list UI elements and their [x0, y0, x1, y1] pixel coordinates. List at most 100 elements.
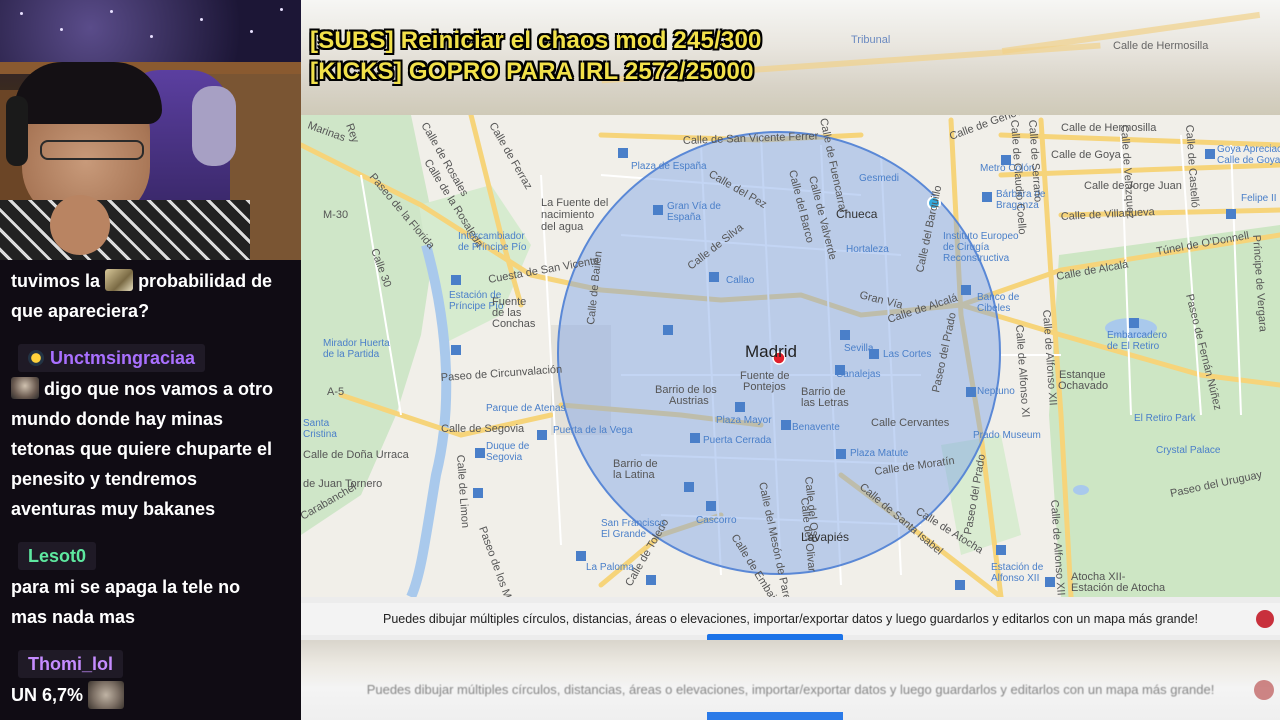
map-label: de El Retiro: [1107, 341, 1160, 352]
chat-username[interactable]: Thomi_lol: [18, 650, 123, 678]
map-label: las Letras: [801, 397, 849, 409]
map-label: Intercambiador: [458, 231, 525, 242]
map-label: Embarcadero: [1107, 330, 1167, 341]
map-label: Felipe II: [1241, 193, 1277, 204]
chat-panel: tuvimos la probabilidad de que aparecier…: [0, 260, 301, 720]
map-label: Conchas: [492, 318, 536, 330]
chat-message-line: aventuras muy bakanes: [11, 499, 216, 519]
chat-message-line: penesito y tendremos: [11, 469, 198, 489]
map-label: Gran Vía de: [667, 201, 721, 212]
map-label: Reconstructiva: [943, 253, 1010, 264]
webcam-star: [60, 28, 63, 31]
metro-icon: [684, 482, 694, 492]
streamer-sweater: [0, 200, 250, 260]
map-label: Neptuno: [977, 386, 1015, 397]
map-label: La Paloma: [586, 562, 634, 573]
map-label: Benavente: [792, 422, 840, 433]
map-label: Estación de Atocha: [1071, 582, 1166, 594]
streamer-hand: [50, 195, 110, 255]
map-label: Lavapiés: [801, 530, 849, 544]
kicks-goal-text: [KICKS] GOPRO PARA IRL 2572/25000: [310, 58, 754, 85]
map-label: Plaza de España: [631, 161, 707, 172]
map-label: Calle de Goya: [1217, 155, 1280, 166]
map-label: Pontejos: [743, 381, 786, 393]
chat-message: tuvimos la probabilidad de: [11, 266, 272, 296]
metro-icon: [836, 449, 846, 459]
chat-message-line: UN 6,7%: [11, 685, 84, 705]
map-label: Plaza Mayor: [716, 415, 772, 426]
map-label: Mirador Huerta: [323, 338, 390, 349]
map-canvas[interactable]: Marinas Rey Calle de Rosales Calle de Fe…: [301, 115, 1280, 597]
metro-icon: [735, 402, 745, 412]
city-label: Madrid: [745, 342, 797, 361]
metro-icon: [996, 545, 1006, 555]
blurred-label: Calle de Hermosilla: [1113, 40, 1209, 52]
chat-username[interactable]: Lesot0: [18, 542, 97, 570]
map-label: Calle de Segovia: [441, 423, 525, 435]
map-label: Gesmedi: [859, 173, 899, 184]
map-label: Chueca: [836, 207, 878, 221]
map-label: Cibeles: [977, 303, 1010, 314]
metro-icon: [537, 430, 547, 440]
metro-icon: [966, 387, 976, 397]
metro-icon: [955, 580, 965, 590]
map-label: Estación de: [991, 562, 1044, 573]
chat-username-text: Unctmsingraciaa: [50, 348, 196, 368]
map-label: España: [667, 212, 701, 223]
map-label: Las Cortes: [883, 349, 931, 360]
chat-message-line: tetonas que quiere chuparte el: [11, 439, 273, 459]
metro-icon: [473, 488, 483, 498]
chat-username[interactable]: Unctmsingraciaa: [18, 344, 206, 372]
map-label: Calle Cervantes: [871, 417, 950, 429]
subscriber-badge-icon: [28, 350, 44, 366]
map-label: Goya Apreciac: [1217, 144, 1280, 155]
map-view[interactable]: Marinas Rey Calle de Rosales Calle de Fe…: [301, 115, 1280, 597]
map-label: Crystal Palace: [1156, 445, 1221, 456]
map-label: Puerta de la Vega: [553, 425, 633, 436]
map-label: El Retiro Park: [1134, 413, 1197, 424]
chat-message-line: que apareciera?: [11, 301, 150, 321]
metro-icon: [653, 205, 663, 215]
estanque-ochavado: [1073, 485, 1089, 495]
metro-icon: [576, 551, 586, 561]
close-icon[interactable]: [1256, 610, 1274, 628]
webcam-star: [200, 18, 203, 21]
map-label: Alfonso XII: [991, 573, 1039, 584]
map-label: Instituto Europeo: [943, 231, 1019, 242]
webcam-star: [280, 8, 283, 11]
metro-icon: [690, 433, 700, 443]
chat-message: UN 6,7%: [11, 680, 125, 710]
metro-icon: [663, 325, 673, 335]
map-label: Hortaleza: [846, 244, 889, 255]
park-retiro: [1049, 225, 1280, 597]
emote-icon: [11, 377, 39, 399]
chat-message: digo que nos vamos a otro: [11, 374, 273, 404]
metro-icon: [982, 192, 992, 202]
map-label: Callao: [726, 275, 755, 286]
map-label: M-30: [323, 209, 348, 221]
metro-icon: [646, 575, 656, 585]
map-label: de Cirugía: [943, 242, 990, 253]
map-label: Santa: [303, 418, 330, 429]
metro-icon: [618, 148, 628, 158]
map-label: Metro Colón: [980, 163, 1034, 174]
map-label: de la Partida: [323, 349, 380, 360]
metro-icon: [706, 501, 716, 511]
blurred-map-footer: Puedes dibujar múltiples círculos, dista…: [301, 640, 1280, 720]
metro-icon: [961, 285, 971, 295]
webcam-star: [20, 12, 23, 15]
emote-icon: [88, 681, 125, 709]
map-label: Cristina: [303, 429, 337, 440]
info-banner: Puedes dibujar múltiples círculos, dista…: [301, 603, 1280, 635]
webcam-star: [150, 35, 153, 38]
chat-message-line: para mi se apaga la tele no: [11, 577, 241, 597]
blurred-button: [707, 712, 843, 720]
chat-message-text: probabilidad de: [138, 271, 273, 291]
blurred-close-icon: [1254, 680, 1274, 700]
map-capture: Tribunal Calle de Hermosilla [SUBS] Rein…: [301, 0, 1280, 720]
map-label: Canalejas: [836, 369, 880, 380]
metro-icon: [1129, 318, 1139, 328]
glasses: [40, 140, 144, 160]
metro-icon: [451, 345, 461, 355]
chat-message-line: mas nada mas: [11, 607, 136, 627]
